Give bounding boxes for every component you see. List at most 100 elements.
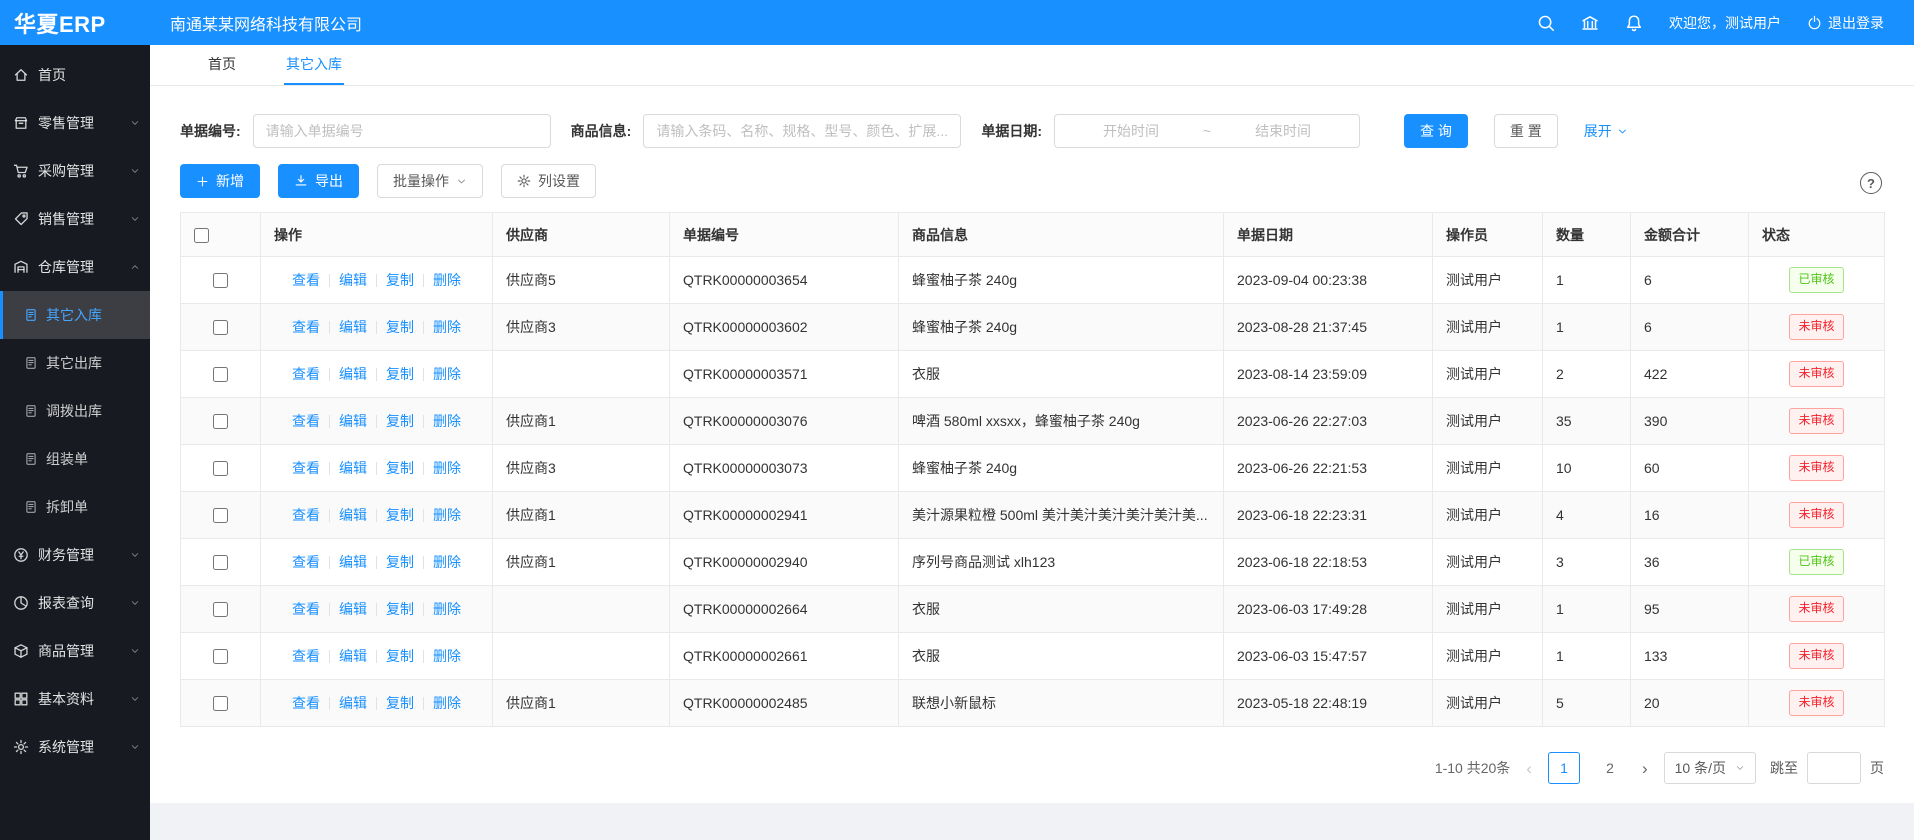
op-delete-link[interactable]: 删除 (433, 319, 461, 335)
bill-no-input[interactable] (253, 114, 551, 148)
bell-icon[interactable] (1625, 14, 1643, 32)
op-copy-link[interactable]: 复制 (386, 272, 414, 288)
op-edit-link[interactable]: 编辑 (339, 460, 367, 476)
op-copy-link[interactable]: 复制 (386, 554, 414, 570)
start-date-input[interactable] (1063, 123, 1199, 139)
op-edit-link[interactable]: 编辑 (339, 554, 367, 570)
row-checkbox[interactable] (213, 273, 228, 288)
sidebar-item-retail[interactable]: 零售管理 (0, 99, 150, 147)
sidebar-item-finance[interactable]: 财务管理 (0, 531, 150, 579)
sidebar-item-warehouse[interactable]: 仓库管理 (0, 243, 150, 291)
prev-page-button[interactable]: ‹ (1524, 760, 1534, 777)
product-info-input[interactable] (643, 114, 961, 148)
qty-cell: 1 (1543, 586, 1631, 633)
op-view-link[interactable]: 查看 (292, 554, 320, 570)
op-copy-link[interactable]: 复制 (386, 319, 414, 335)
op-edit-link[interactable]: 编辑 (339, 648, 367, 664)
tab-home[interactable]: 首页 (206, 45, 238, 85)
row-checkbox[interactable] (213, 696, 228, 711)
logout-button[interactable]: 退出登录 (1807, 13, 1884, 33)
export-button[interactable]: 导出 (278, 164, 359, 198)
op-delete-link[interactable]: 删除 (433, 695, 461, 711)
sidebar-subitem-disassembly[interactable]: 拆卸单 (0, 483, 150, 531)
op-view-link[interactable]: 查看 (292, 601, 320, 617)
sidebar-subitem-assembly[interactable]: 组装单 (0, 435, 150, 483)
app-logo[interactable]: 华夏ERP (0, 7, 150, 39)
sidebar-subitem-transfer-outbound[interactable]: 调拨出库 (0, 387, 150, 435)
op-edit-link[interactable]: 编辑 (339, 507, 367, 523)
op-delete-link[interactable]: 删除 (433, 507, 461, 523)
export-label: 导出 (315, 171, 343, 191)
bank-icon[interactable] (1581, 14, 1599, 32)
row-checkbox[interactable] (213, 602, 228, 617)
chevron-down-icon (130, 646, 140, 656)
row-checkbox[interactable] (213, 508, 228, 523)
op-view-link[interactable]: 查看 (292, 507, 320, 523)
op-delete-link[interactable]: 删除 (433, 460, 461, 476)
op-copy-link[interactable]: 复制 (386, 366, 414, 382)
op-view-link[interactable]: 查看 (292, 366, 320, 382)
sidebar-item-sales[interactable]: 销售管理 (0, 195, 150, 243)
op-copy-link[interactable]: 复制 (386, 413, 414, 429)
op-delete-link[interactable]: 删除 (433, 413, 461, 429)
op-copy-link[interactable]: 复制 (386, 460, 414, 476)
page-button-2[interactable]: 2 (1594, 752, 1626, 784)
op-view-link[interactable]: 查看 (292, 695, 320, 711)
op-edit-link[interactable]: 编辑 (339, 272, 367, 288)
op-delete-link[interactable]: 删除 (433, 272, 461, 288)
batch-ops-button[interactable]: 批量操作 (377, 164, 483, 198)
op-edit-link[interactable]: 编辑 (339, 695, 367, 711)
sidebar-item-home[interactable]: 首页 (0, 51, 150, 99)
expand-toggle[interactable]: 展开 (1584, 121, 1628, 141)
table-row: 查看编辑复制删除QTRK00000003571衣服2023-08-14 23:5… (181, 351, 1885, 398)
op-copy-link[interactable]: 复制 (386, 648, 414, 664)
op-delete-link[interactable]: 删除 (433, 601, 461, 617)
add-button[interactable]: 新增 (180, 164, 260, 198)
sidebar-item-goods[interactable]: 商品管理 (0, 627, 150, 675)
op-edit-link[interactable]: 编辑 (339, 601, 367, 617)
select-all-checkbox[interactable] (194, 228, 209, 243)
op-view-link[interactable]: 查看 (292, 460, 320, 476)
column-settings-button[interactable]: 列设置 (501, 164, 596, 198)
op-copy-link[interactable]: 复制 (386, 507, 414, 523)
search-button[interactable]: 查 询 (1404, 114, 1468, 148)
op-delete-link[interactable]: 删除 (433, 554, 461, 570)
search-icon[interactable] (1537, 14, 1555, 32)
help-icon[interactable]: ? (1860, 172, 1882, 194)
end-date-input[interactable] (1215, 123, 1351, 139)
row-checkbox[interactable] (213, 367, 228, 382)
op-divider (376, 415, 377, 428)
sidebar-subitem-other-inbound[interactable]: 其它入库 (0, 291, 150, 339)
sidebar-item-basic[interactable]: 基本资料 (0, 675, 150, 723)
op-copy-link[interactable]: 复制 (386, 695, 414, 711)
sidebar-item-report[interactable]: 报表查询 (0, 579, 150, 627)
op-edit-link[interactable]: 编辑 (339, 413, 367, 429)
row-checkbox[interactable] (213, 414, 228, 429)
row-checkbox[interactable] (213, 320, 228, 335)
op-edit-link[interactable]: 编辑 (339, 366, 367, 382)
op-view-link[interactable]: 查看 (292, 272, 320, 288)
jump-input[interactable] (1807, 752, 1861, 784)
sidebar-item-purchase[interactable]: 采购管理 (0, 147, 150, 195)
op-copy-link[interactable]: 复制 (386, 601, 414, 617)
sidebar-subitem-other-outbound[interactable]: 其它出库 (0, 339, 150, 387)
date-range-picker[interactable]: ~ (1054, 114, 1360, 148)
sidebar-item-system[interactable]: 系统管理 (0, 723, 150, 771)
row-checkbox[interactable] (213, 461, 228, 476)
tab-other-inbound[interactable]: 其它入库 (284, 45, 344, 85)
op-edit-link[interactable]: 编辑 (339, 319, 367, 335)
row-checkbox[interactable] (213, 555, 228, 570)
op-delete-link[interactable]: 删除 (433, 648, 461, 664)
page-size-select[interactable]: 10 条/页 (1664, 752, 1756, 784)
op-delete-link[interactable]: 删除 (433, 366, 461, 382)
page-button-1[interactable]: 1 (1548, 752, 1580, 784)
reset-button[interactable]: 重 置 (1494, 114, 1558, 148)
op-view-link[interactable]: 查看 (292, 319, 320, 335)
amount-cell: 422 (1631, 351, 1749, 398)
date-cell: 2023-08-28 21:37:45 (1224, 304, 1433, 351)
op-view-link[interactable]: 查看 (292, 413, 320, 429)
column-header-2: 单据编号 (670, 213, 899, 257)
row-checkbox[interactable] (213, 649, 228, 664)
next-page-button[interactable]: › (1640, 760, 1650, 777)
op-view-link[interactable]: 查看 (292, 648, 320, 664)
